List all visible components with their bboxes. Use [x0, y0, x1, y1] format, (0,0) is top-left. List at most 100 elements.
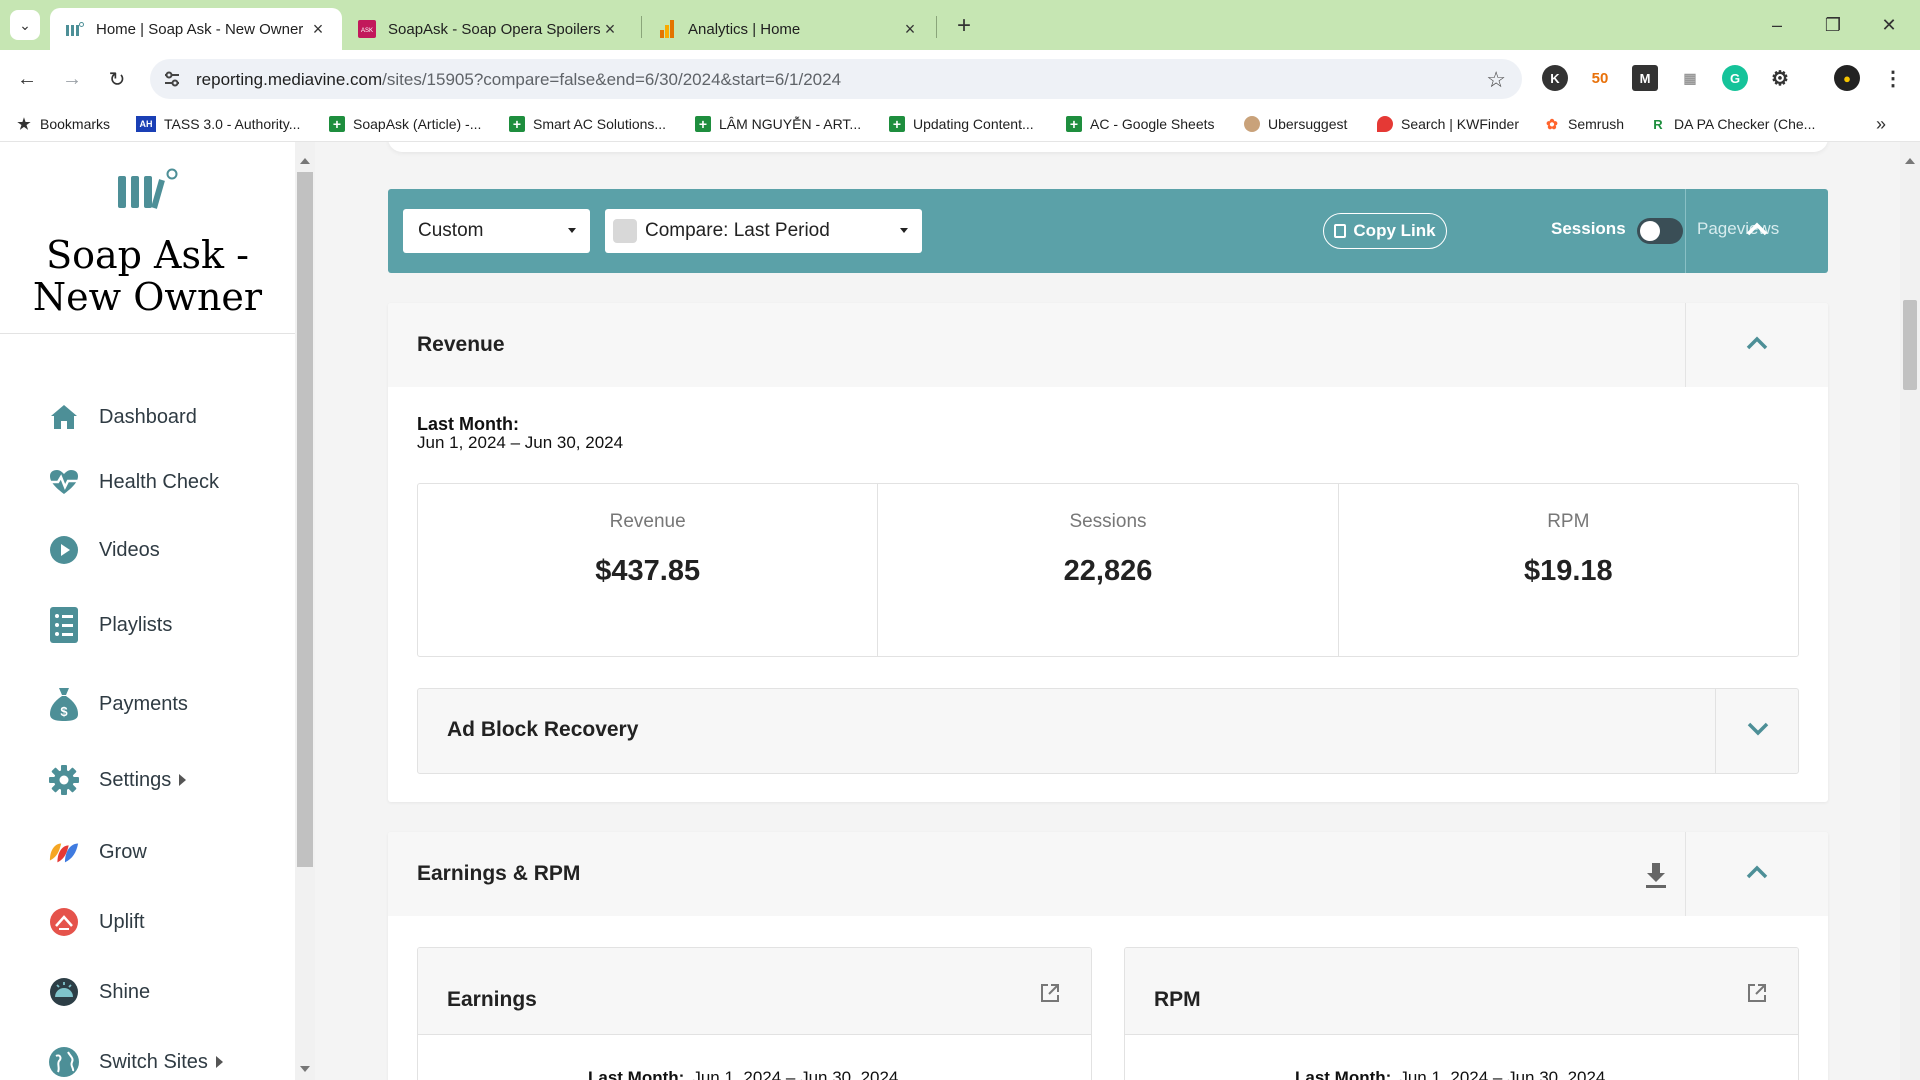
back-button[interactable]: ← [12, 64, 42, 94]
stat-rpm: RPM $19.18 [1339, 484, 1798, 656]
extensions-puzzle-icon[interactable]: ⚙ [1767, 65, 1793, 91]
date-range-select[interactable]: Custom [403, 209, 590, 253]
bookmarks-overflow-icon[interactable]: » [1876, 114, 1886, 135]
page-viewport: Soap Ask - New Owner Dashboard Health Ch… [0, 142, 1920, 1080]
sidebar-scrollbar[interactable] [295, 142, 315, 1080]
revenue-stats: Revenue $437.85 Sessions 22,826 RPM $19.… [417, 483, 1799, 657]
sidebar-item-uplift[interactable]: Uplift [48, 904, 145, 940]
rpm-subcard: RPM Last Month: Jun 1, 2024 – Jun 30, 202… [1124, 947, 1799, 1080]
url-text[interactable]: reporting.mediavine.com/sites/15905?comp… [196, 70, 841, 90]
sidebar-item-health-check[interactable]: Health Check [48, 464, 219, 500]
google-sheets-icon [329, 116, 345, 132]
bookmark-item[interactable]: ★ Bookmarks [16, 116, 110, 133]
bookmark-star-icon[interactable]: ☆ [1486, 67, 1506, 93]
sessions-pageviews-toggle[interactable] [1637, 218, 1683, 244]
chevron-up-icon [1745, 864, 1769, 885]
google-sheets-icon [889, 116, 905, 132]
bookmark-item[interactable]: AC - Google Sheets [1066, 116, 1215, 132]
main-content: Custom Compare: Last Period Copy Link Se… [315, 142, 1900, 1080]
period-label: Last Month: [1295, 1068, 1392, 1080]
sidebar-item-grow[interactable]: Grow [48, 834, 147, 870]
forward-button[interactable]: → [57, 64, 87, 94]
close-icon[interactable]: × [600, 19, 620, 40]
bookmark-item[interactable]: LÂM NGUYỄN - ART... [695, 116, 861, 132]
sidebar-item-label: Playlists [99, 613, 173, 636]
sidebar-item-playlists[interactable]: Playlists [48, 607, 172, 643]
stat-label: RPM [1547, 511, 1590, 532]
card-title: Earnings & RPM [417, 862, 581, 885]
extension-k-icon[interactable]: K [1542, 65, 1568, 91]
sidebar-item-videos[interactable]: Videos [48, 532, 160, 568]
url-host: reporting.mediavine.com [196, 70, 383, 89]
period-label: Last Month: [588, 1068, 685, 1080]
extension-seo-icon[interactable]: 50 [1587, 65, 1613, 91]
page-scrollbar[interactable] [1900, 142, 1920, 1080]
open-external-icon[interactable] [1039, 982, 1061, 1004]
close-icon[interactable]: × [900, 19, 920, 40]
compare-select[interactable]: Compare: Last Period [605, 209, 922, 253]
site-info-icon[interactable] [162, 69, 182, 89]
card-title: Revenue [417, 333, 505, 356]
page-scrollbar-thumb[interactable] [1903, 300, 1917, 390]
address-bar[interactable]: reporting.mediavine.com/sites/15905?comp… [150, 59, 1522, 99]
url-path: /sites/15905?compare=false&end=6/30/2024… [382, 70, 842, 89]
earnings-subcard: Earnings Last Month: Jun 1, 2024 – Jun 30… [417, 947, 1092, 1080]
uplift-icon [48, 906, 80, 938]
star-icon: ★ [17, 116, 31, 133]
extension-page-icon[interactable]: ▦ [1677, 65, 1703, 91]
close-icon[interactable]: × [308, 19, 328, 40]
heartbeat-icon [48, 466, 80, 498]
profile-avatar[interactable]: ● [1834, 65, 1860, 91]
expand-ad-block-button[interactable] [1716, 689, 1800, 773]
bookmarks-bar: ★Bookmarks AHTASS 3.0 - Authority... Soa… [0, 108, 1920, 142]
collapse-filters-button[interactable] [1686, 189, 1828, 273]
sidebar-item-label: Switch Sites [99, 1050, 208, 1073]
reload-button[interactable]: ↻ [102, 64, 132, 94]
google-sheets-icon [1066, 116, 1082, 132]
grammarly-icon[interactable]: G [1722, 65, 1748, 91]
ad-block-recovery-panel[interactable]: Ad Block Recovery [417, 688, 1799, 774]
sidebar-item-switch-sites[interactable]: Switch Sites [48, 1044, 223, 1080]
collapse-revenue-button[interactable] [1686, 303, 1828, 387]
restore-button[interactable]: ❐ [1810, 8, 1856, 42]
bookmark-item[interactable]: Ubersuggest [1244, 116, 1347, 132]
subcard-header: RPM [1125, 948, 1798, 1035]
sidebar-item-settings[interactable]: Settings [48, 762, 187, 798]
bookmark-item[interactable]: Search | KWFinder [1377, 116, 1519, 132]
compare-checkbox[interactable] [613, 219, 637, 243]
copy-link-button[interactable]: Copy Link [1323, 213, 1447, 249]
extension-m-icon[interactable]: M [1632, 65, 1658, 91]
sidebar-item-label: Grow [99, 840, 147, 863]
restore-icon: ❐ [1824, 14, 1842, 35]
collapse-earnings-button[interactable] [1686, 832, 1828, 916]
tab-mediavine-home[interactable]: Home | Soap Ask - New Owner × [50, 8, 342, 50]
scroll-down-arrow-icon[interactable] [300, 1066, 310, 1072]
tab-search-button[interactable]: ⌄ [10, 10, 40, 40]
scroll-up-arrow-icon[interactable] [300, 158, 310, 164]
filter-bar: Custom Compare: Last Period Copy Link Se… [388, 189, 1828, 273]
bookmark-item[interactable]: R DA PA Checker (Che... [1650, 116, 1815, 132]
list-icon [48, 607, 80, 643]
bookmark-item[interactable]: Smart AC Solutions... [509, 116, 666, 132]
scroll-up-arrow-icon[interactable] [1905, 158, 1915, 164]
more-menu-icon[interactable]: ⋮ [1880, 65, 1906, 91]
tab-soapask[interactable]: ASK SoapAsk - Soap Opera Spoilers × [342, 8, 634, 50]
mediavine-logo[interactable] [110, 166, 180, 212]
browser-toolbar: ← → ↻ reporting.mediavine.com/sites/1590… [0, 50, 1920, 108]
bookmark-item[interactable]: SoapAsk (Article) -... [329, 116, 481, 132]
download-icon[interactable] [1642, 860, 1670, 890]
bookmark-item[interactable]: ✿ Semrush [1544, 116, 1624, 133]
sidebar-item-payments[interactable]: $ Payments [48, 686, 188, 722]
bookmark-item[interactable]: AH TASS 3.0 - Authority... [136, 116, 300, 132]
bookmark-item[interactable]: Updating Content... [889, 116, 1034, 132]
tab-analytics[interactable]: Analytics | Home × [642, 8, 934, 50]
money-bag-icon: $ [48, 688, 80, 721]
grow-icon [48, 836, 80, 868]
minimize-button[interactable]: – [1754, 8, 1800, 42]
close-window-button[interactable]: ✕ [1866, 8, 1912, 42]
sidebar-item-dashboard[interactable]: Dashboard [48, 399, 197, 435]
open-external-icon[interactable] [1746, 982, 1768, 1004]
new-tab-button[interactable]: + [950, 12, 978, 40]
sidebar-scrollbar-thumb[interactable] [297, 172, 313, 867]
sidebar-item-shine[interactable]: Shine [48, 974, 150, 1010]
